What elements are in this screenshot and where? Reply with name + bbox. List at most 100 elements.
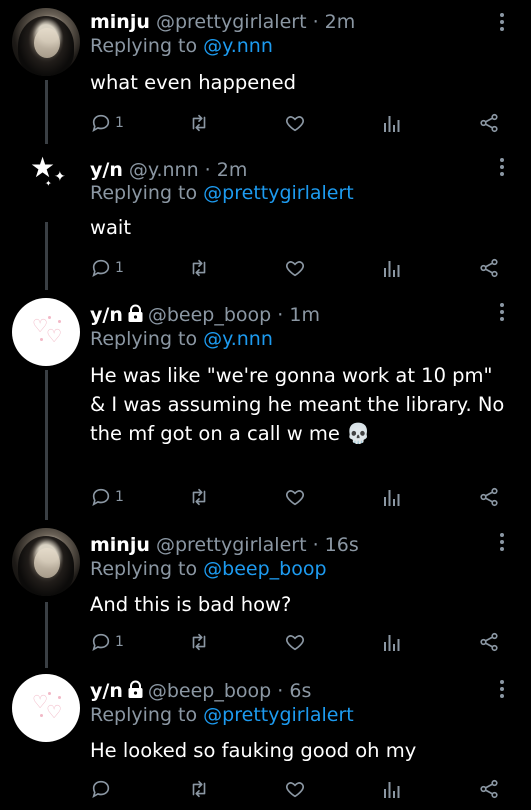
heart-icon xyxy=(286,261,304,277)
heart-icon xyxy=(286,782,304,798)
heart-icon xyxy=(286,116,304,132)
lock-icon xyxy=(128,304,143,322)
retweet-button[interactable] xyxy=(187,484,211,510)
share-icon xyxy=(480,779,498,799)
analytics-button[interactable] xyxy=(382,629,402,655)
thread-line xyxy=(45,222,48,290)
more-options-icon[interactable] xyxy=(498,13,506,35)
retweet-icon xyxy=(192,259,206,277)
thread-line xyxy=(45,602,48,668)
separator-dot: · xyxy=(312,11,319,33)
display-name[interactable]: minju xyxy=(90,534,150,556)
avatar[interactable] xyxy=(12,8,80,76)
reply-icon xyxy=(92,633,110,652)
replying-to-label: Replying to xyxy=(90,704,198,726)
retweet-icon xyxy=(192,114,206,132)
heart-icon xyxy=(286,635,304,651)
timestamp[interactable]: 16s xyxy=(325,534,359,556)
timestamp[interactable]: 1m xyxy=(289,304,320,326)
replying-to-label: Replying to xyxy=(90,182,198,204)
user-handle[interactable]: @y.nnn xyxy=(129,159,199,181)
share-button[interactable] xyxy=(478,255,500,281)
share-button[interactable] xyxy=(478,629,500,655)
share-icon xyxy=(480,632,498,652)
retweet-button[interactable] xyxy=(187,629,211,655)
separator-dot: · xyxy=(277,304,284,326)
reply-mention-link[interactable]: @beep_boop xyxy=(203,558,326,580)
reply-button[interactable]: 1 xyxy=(90,110,124,136)
display-name[interactable]: minju xyxy=(90,11,150,33)
display-name[interactable]: y/n xyxy=(90,680,123,702)
like-button[interactable] xyxy=(284,110,306,136)
reply-mention-link[interactable]: @y.nnn xyxy=(203,328,273,350)
timestamp[interactable]: 6s xyxy=(289,680,311,702)
like-button[interactable] xyxy=(284,776,306,802)
reply-mention-link[interactable]: @prettygirlalert xyxy=(203,182,354,204)
analytics-button[interactable] xyxy=(382,484,402,510)
avatar[interactable]: ♡ ♡ xyxy=(12,298,80,366)
retweet-icon xyxy=(192,633,206,651)
display-name[interactable]: y/n xyxy=(90,159,123,181)
separator-dot: · xyxy=(204,159,211,181)
reply-icon xyxy=(92,259,110,278)
tweet-text: He was like "we're gonna work at 10 pm" … xyxy=(90,364,505,445)
tweet-text: And this is bad how? xyxy=(90,593,292,616)
tweet-text: He looked so fauking good oh my xyxy=(90,739,417,762)
share-button[interactable] xyxy=(478,484,500,510)
avatar[interactable]: ♡ ♡ xyxy=(12,674,80,742)
retweet-button[interactable] xyxy=(187,110,211,136)
reply-icon xyxy=(92,780,110,799)
avatar[interactable]: ★ ✦ ✦ xyxy=(12,146,80,214)
analytics-button[interactable] xyxy=(382,255,402,281)
reply-icon xyxy=(92,488,110,507)
timestamp[interactable]: 2m xyxy=(325,11,356,33)
user-handle[interactable]: @prettygirlalert xyxy=(156,11,307,33)
like-button[interactable] xyxy=(284,255,306,281)
tweet-text: wait xyxy=(90,216,131,239)
reply-button[interactable]: 1 xyxy=(90,484,124,510)
reply-button[interactable]: 1 xyxy=(90,255,124,281)
heart-icon xyxy=(286,490,304,506)
analytics-icon xyxy=(384,782,400,798)
more-options-icon[interactable] xyxy=(498,533,506,555)
avatar[interactable] xyxy=(12,528,80,596)
share-icon xyxy=(480,487,498,507)
more-options-icon[interactable] xyxy=(498,303,506,325)
share-icon xyxy=(480,113,498,133)
retweet-button[interactable] xyxy=(187,776,211,802)
like-button[interactable] xyxy=(284,484,306,510)
reply-button[interactable]: 1 xyxy=(90,629,124,655)
more-options-icon[interactable] xyxy=(498,680,506,702)
tweet-text: what even happened xyxy=(90,71,296,94)
thread-line xyxy=(45,80,48,144)
retweet-icon xyxy=(192,488,206,506)
timestamp[interactable]: 2m xyxy=(217,159,248,181)
share-button[interactable] xyxy=(478,110,500,136)
analytics-button[interactable] xyxy=(382,776,402,802)
analytics-button[interactable] xyxy=(382,110,402,136)
retweet-button[interactable] xyxy=(187,255,211,281)
analytics-icon xyxy=(384,116,400,132)
analytics-icon xyxy=(384,490,400,506)
separator-dot: · xyxy=(312,534,319,556)
reply-mention-link[interactable]: @y.nnn xyxy=(203,35,273,57)
thread-line xyxy=(45,370,48,520)
share-button[interactable] xyxy=(478,776,500,802)
share-icon xyxy=(480,258,498,278)
like-button[interactable] xyxy=(284,629,306,655)
analytics-icon xyxy=(384,261,400,277)
replying-to-label: Replying to xyxy=(90,328,198,350)
user-handle[interactable]: @beep_boop xyxy=(148,304,271,326)
reply-mention-link[interactable]: @prettygirlalert xyxy=(203,704,354,726)
reply-button[interactable] xyxy=(90,776,115,802)
analytics-icon xyxy=(384,635,400,651)
separator-dot: · xyxy=(277,680,284,702)
display-name[interactable]: y/n xyxy=(90,304,123,326)
more-options-icon[interactable] xyxy=(498,158,506,180)
reply-icon xyxy=(92,114,110,133)
reply-count: 1 xyxy=(115,489,124,505)
lock-icon xyxy=(128,680,143,698)
user-handle[interactable]: @prettygirlalert xyxy=(156,534,307,556)
reply-count: 1 xyxy=(115,115,124,131)
user-handle[interactable]: @beep_boop xyxy=(148,680,271,702)
